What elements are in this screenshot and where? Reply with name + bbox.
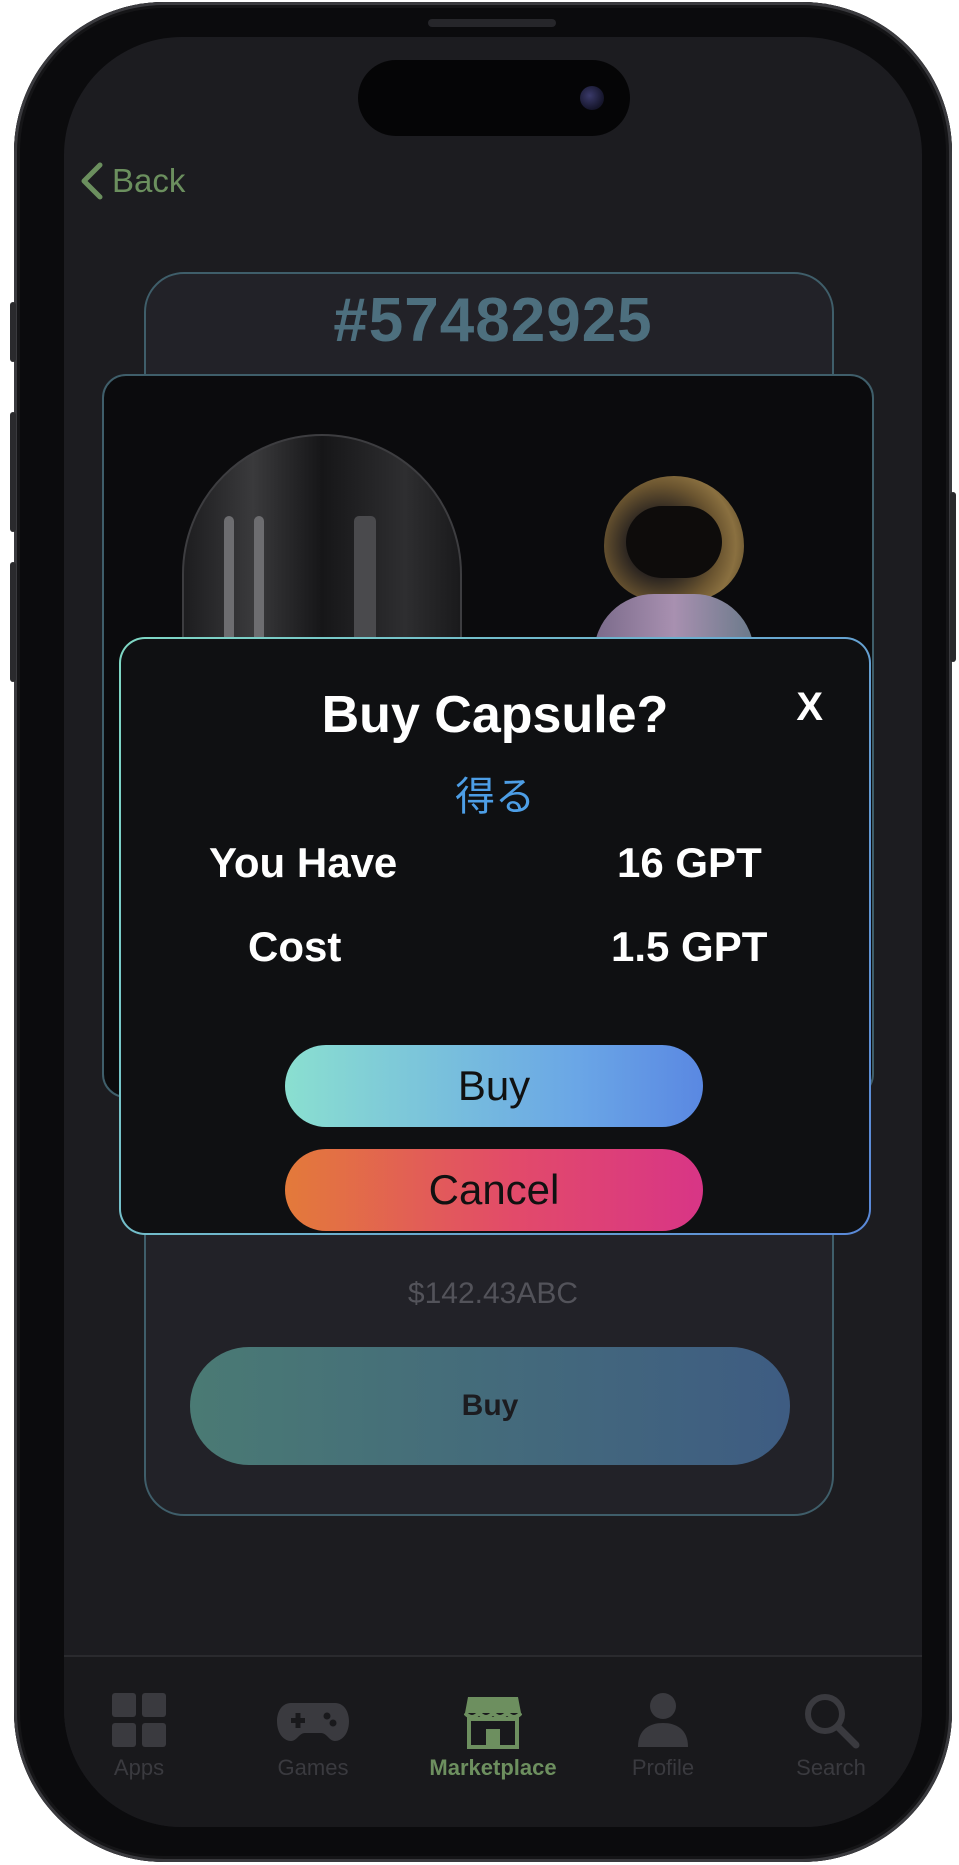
gamepad-icon xyxy=(277,1703,349,1741)
back-label: Back xyxy=(112,162,186,199)
tab-marketplace[interactable]: Marketplace xyxy=(418,1691,568,1781)
balance-label: You Have xyxy=(209,839,398,886)
balance-value: 16 GPT xyxy=(617,839,762,886)
cost-label: Cost xyxy=(248,923,342,970)
cost-value: 1.5 GPT xyxy=(611,923,768,970)
grid-icon xyxy=(112,1693,166,1747)
tab-label: Marketplace xyxy=(429,1755,557,1780)
tab-label: Search xyxy=(796,1755,866,1780)
astronaut-visor xyxy=(626,506,722,578)
volume-up-button xyxy=(10,412,16,532)
tab-label: Games xyxy=(277,1755,349,1780)
cancel-button[interactable]: Cancel xyxy=(285,1149,703,1231)
back-button[interactable]: Back xyxy=(78,161,185,201)
confirm-buy-button[interactable]: Buy xyxy=(285,1045,703,1127)
camera-lens xyxy=(580,86,604,110)
capsule-highlight xyxy=(254,516,264,656)
tab-label: Profile xyxy=(631,1755,695,1780)
capsule-label-strip xyxy=(354,516,376,656)
item-buy-button[interactable]: Buy xyxy=(190,1347,790,1465)
mute-switch xyxy=(10,302,16,362)
item-id: #57482925 xyxy=(333,286,653,355)
search-icon xyxy=(805,1694,860,1749)
speaker-grille xyxy=(428,19,556,27)
tab-label: Apps xyxy=(113,1755,165,1780)
capsule-highlight xyxy=(224,516,234,656)
tab-games[interactable]: Games xyxy=(238,1691,388,1781)
tab-apps[interactable]: Apps xyxy=(64,1691,214,1781)
tab-search[interactable]: Search xyxy=(756,1691,906,1781)
power-button xyxy=(950,492,956,662)
item-price: $142.43ABC xyxy=(407,1277,579,1310)
person-icon xyxy=(638,1693,688,1747)
buy-capsule-dialog: Buy Capsule? X 得る You Have 16 GPT Cost 1… xyxy=(119,637,871,1235)
volume-down-button xyxy=(10,562,16,682)
dialog-subtitle: 得る xyxy=(455,775,535,819)
dynamic-island xyxy=(358,60,630,136)
astronaut-helmet xyxy=(604,476,744,601)
astronaut-image xyxy=(594,476,754,664)
storefront-icon xyxy=(464,1697,522,1749)
dialog-title: Buy Capsule? xyxy=(321,686,669,744)
app-screen: Back #57482925 $142.43ABC Buy Apps Games… xyxy=(64,37,922,1827)
bottom-tab-bar: Apps Games Marketplace Profile Search xyxy=(64,1655,922,1827)
phone-frame: Back #57482925 $142.43ABC Buy Apps Games… xyxy=(10,2,956,1862)
chevron-left-icon xyxy=(81,162,103,200)
close-button[interactable]: X xyxy=(796,685,823,730)
tab-profile[interactable]: Profile xyxy=(588,1691,738,1781)
